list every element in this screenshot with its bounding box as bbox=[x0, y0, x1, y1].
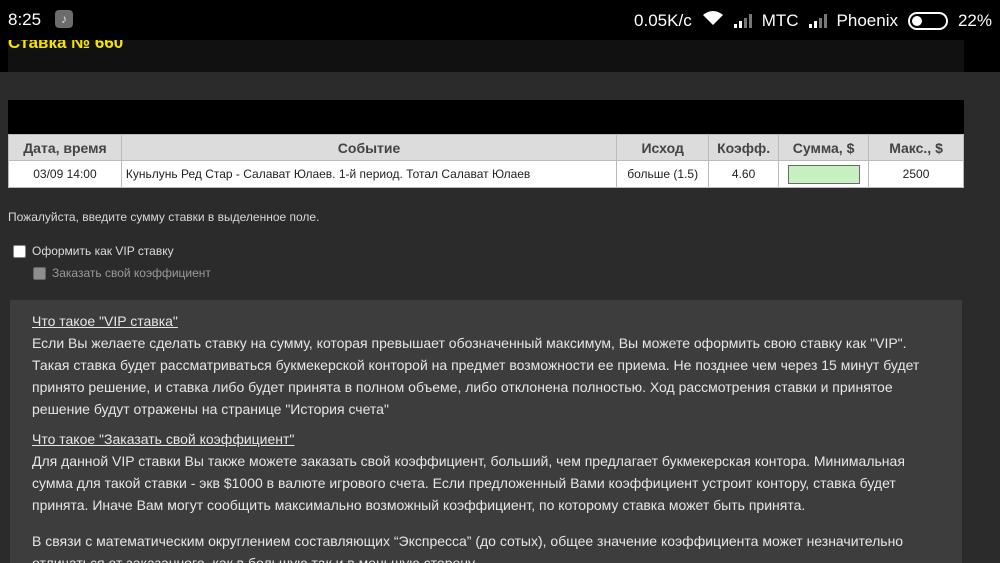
signal-icon-2 bbox=[808, 13, 827, 28]
express-info-text: В связи с математическим округлением сос… bbox=[32, 533, 904, 563]
own-coef-option[interactable]: Заказать свой коэффициент bbox=[33, 266, 211, 280]
bet-table: Дата, время Событие Исход Коэфф. Сумма, … bbox=[8, 134, 964, 188]
cell-coef: 4.60 bbox=[708, 160, 780, 188]
carrier-1: МТС bbox=[761, 10, 799, 30]
cell-datetime: 03/09 14:00 bbox=[8, 160, 122, 188]
status-bar: 8:25 ♪ 0.05K/c МТС Phoenix 22% bbox=[0, 0, 1000, 40]
clock: 8:25 bbox=[8, 10, 42, 29]
battery-icon bbox=[907, 11, 948, 30]
tiktok-notification-icon: ♪ bbox=[55, 10, 73, 28]
own-coef-checkbox[interactable] bbox=[33, 266, 46, 280]
signal-icon-1 bbox=[733, 13, 752, 28]
header-datetime: Дата, время bbox=[8, 134, 122, 161]
network-speed: 0.05K/c bbox=[634, 10, 692, 30]
table-header-row: Дата, время Событие Исход Коэфф. Сумма, … bbox=[8, 134, 964, 161]
carrier-2: Phoenix bbox=[836, 10, 898, 30]
own-coef-label: Заказать свой коэффициент bbox=[52, 266, 211, 280]
vip-bet-checkbox[interactable] bbox=[13, 244, 26, 258]
express-info-block: В связи с математическим округлением сос… bbox=[32, 530, 940, 563]
table-row: 03/09 14:00 Куньлунь Ред Стар - Салават … bbox=[8, 160, 964, 188]
cell-outcome: больше (1.5) bbox=[616, 160, 710, 188]
header-coef: Коэфф. bbox=[708, 134, 780, 161]
info-panel: Что такое "VIP ставка" Если Вы желаете с… bbox=[10, 300, 962, 563]
table-title-strip bbox=[8, 100, 964, 134]
vip-info-block: Что такое "VIP ставка" Если Вы желаете с… bbox=[32, 310, 940, 420]
cell-max: 2500 bbox=[868, 160, 964, 188]
header-amount: Сумма, $ bbox=[778, 134, 870, 161]
wifi-icon bbox=[702, 10, 724, 31]
own-info-heading: Что такое "Заказать свой коэффициент" bbox=[32, 431, 295, 447]
header-outcome: Исход bbox=[616, 134, 710, 161]
own-info-block: Что такое "Заказать свой коэффициент" Дл… bbox=[32, 428, 940, 516]
hint-text: Пожалуйста, введите сумму ставки в выдел… bbox=[8, 210, 320, 224]
header-event: Событие bbox=[120, 134, 618, 161]
cell-event: Куньлунь Ред Стар - Салават Юлаев. 1-й п… bbox=[120, 160, 618, 188]
own-info-text: Для данной VIP ставки Вы также можете за… bbox=[32, 453, 905, 513]
header-max: Макс., $ bbox=[868, 134, 964, 161]
vip-info-text: Если Вы желаете сделать ставку на сумму,… bbox=[32, 335, 920, 417]
status-indicators: 0.05K/c МТС Phoenix 22% bbox=[634, 10, 992, 31]
vip-bet-option[interactable]: Оформить как VIP ставку bbox=[13, 244, 174, 258]
vip-bet-label: Оформить как VIP ставку bbox=[32, 244, 174, 258]
vip-info-heading: Что такое "VIP ставка" bbox=[32, 313, 178, 329]
cell-amount bbox=[778, 160, 870, 188]
bet-amount-input[interactable] bbox=[787, 164, 860, 184]
battery-percent: 22% bbox=[957, 10, 992, 30]
